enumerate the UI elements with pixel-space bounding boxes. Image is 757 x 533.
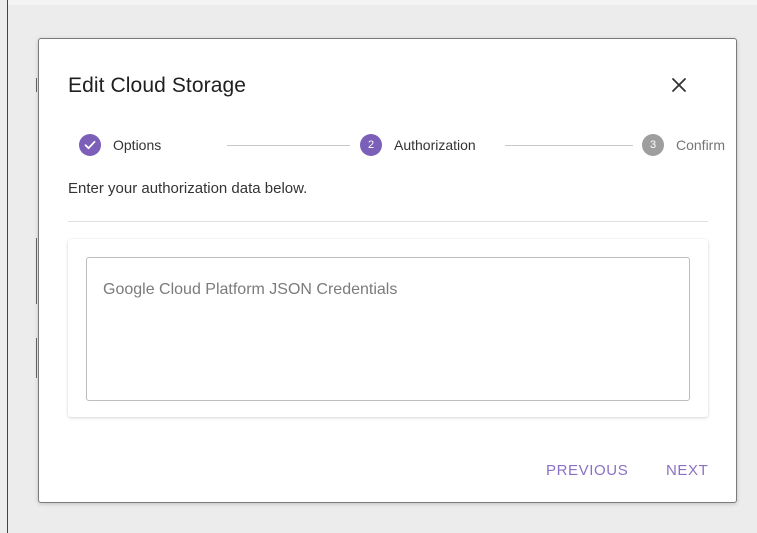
step-2-number: 2 (367, 139, 375, 151)
close-icon (672, 78, 686, 92)
next-button[interactable]: NEXT (666, 462, 708, 479)
edit-cloud-storage-dialog: Edit Cloud Storage Options 2 Authorizati… (38, 38, 737, 503)
previous-button[interactable]: PREVIOUS (546, 462, 628, 479)
step-confirm[interactable]: 3 Confirm (642, 134, 726, 156)
dialog-title: Edit Cloud Storage (68, 74, 247, 97)
divider (68, 221, 708, 222)
step-connector (505, 145, 633, 146)
check-icon (84, 140, 96, 150)
step-3-label: Confirm (676, 137, 726, 153)
background-divider (36, 78, 37, 92)
window-edge-line (7, 0, 8, 533)
step-1-label: Options (113, 137, 162, 153)
backdrop-top-strip (7, 0, 757, 5)
background-divider (36, 338, 37, 378)
step-connector (227, 145, 350, 146)
gcp-json-credentials-input[interactable] (86, 257, 690, 401)
step-2-label: Authorization (394, 137, 476, 153)
step-2-circle: 2 (360, 134, 382, 156)
credentials-card (68, 239, 708, 417)
step-1-circle (79, 134, 101, 156)
background-divider (36, 238, 37, 304)
stepper: Options 2 Authorization 3 Confirm (79, 134, 725, 156)
close-button[interactable] (667, 73, 691, 97)
step-3-number: 3 (649, 139, 657, 151)
step-options[interactable]: Options (79, 134, 162, 156)
step-3-circle: 3 (642, 134, 664, 156)
step-authorization[interactable]: 2 Authorization (360, 134, 476, 156)
instructions-text: Enter your authorization data below. (68, 180, 308, 197)
